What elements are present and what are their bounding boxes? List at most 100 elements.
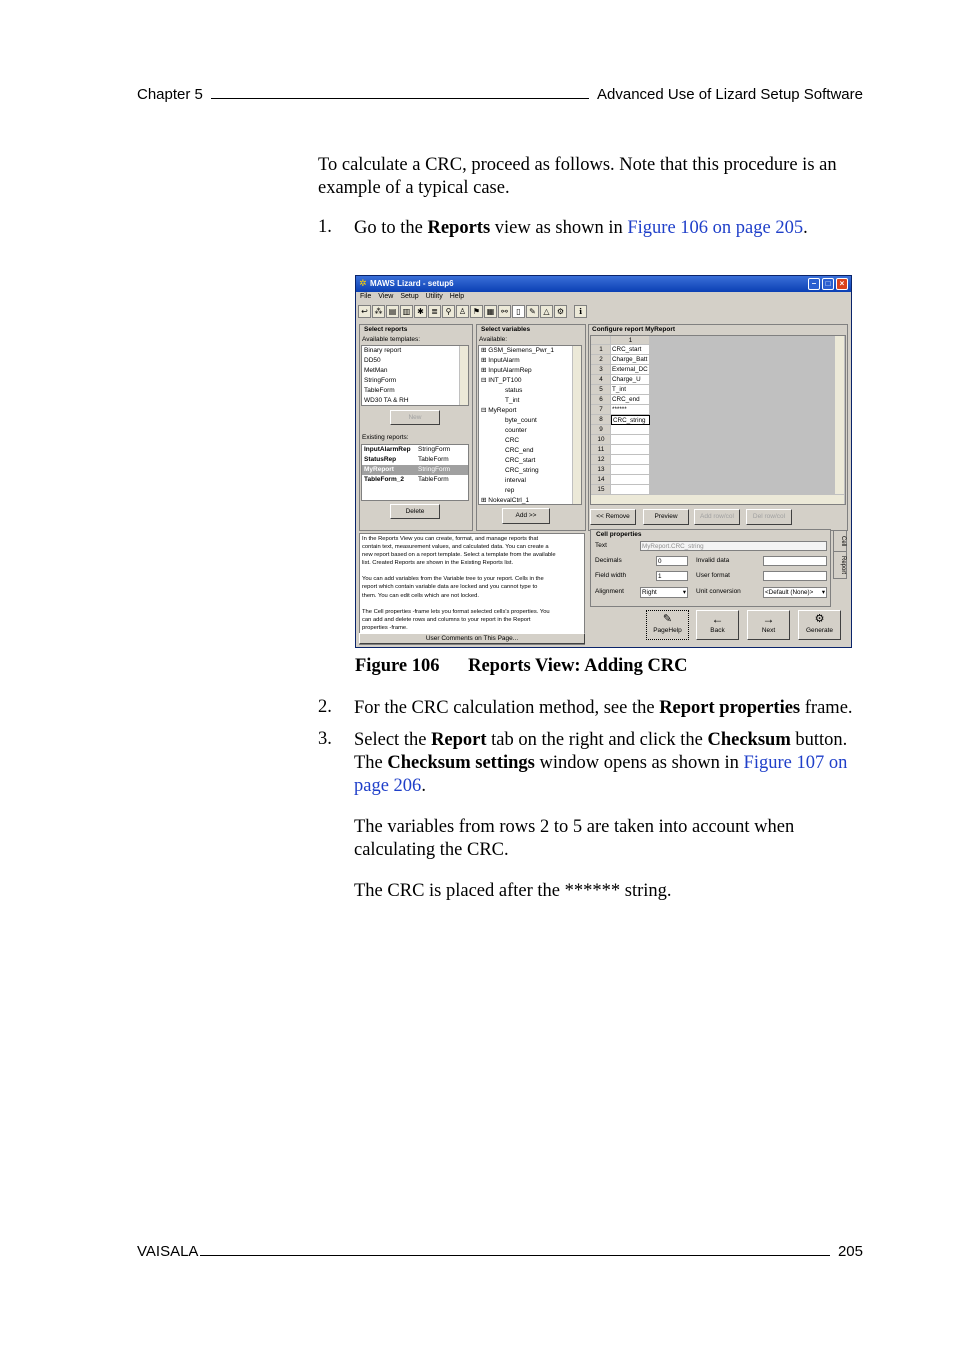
tree-leaf[interactable]: interval	[479, 476, 581, 486]
back-button[interactable]: ← Back	[696, 610, 739, 640]
menu-file[interactable]: File	[360, 293, 371, 303]
report-icon[interactable]: ▯	[512, 305, 525, 318]
flag-icon[interactable]: ⚑	[470, 305, 483, 318]
row-header[interactable]: 4	[591, 375, 611, 385]
run-icon[interactable]: ⚲	[442, 305, 455, 318]
templates-list[interactable]: Binary report DD50 MetMan StringForm Tab…	[361, 345, 469, 406]
device-icon[interactable]: ▤	[386, 305, 399, 318]
list-item[interactable]: StringForm	[362, 376, 468, 386]
row-header[interactable]: 2	[591, 355, 611, 365]
delete-button[interactable]: Delete	[390, 504, 440, 519]
invalid-data-field[interactable]	[763, 556, 827, 566]
tree-icon[interactable]: ⁂	[372, 305, 385, 318]
scrollbar[interactable]	[459, 346, 468, 405]
tree-leaf[interactable]: CRC	[479, 436, 581, 446]
menu-setup[interactable]: Setup	[400, 293, 418, 303]
tree-leaf[interactable]: T_int	[479, 396, 581, 406]
del-row-col-button[interactable]: Del row/col	[746, 509, 792, 525]
grid-cell[interactable]	[611, 435, 650, 445]
list-item[interactable]: InputAlarmRep StringForm	[362, 445, 468, 455]
tree-node[interactable]: ⊞ GSM_Siemens_Pwr_1	[479, 346, 581, 356]
grid-cell[interactable]	[611, 445, 650, 455]
text-field[interactable]: MyReport.CRC_string	[640, 541, 827, 551]
row-header[interactable]: 5	[591, 385, 611, 395]
grid-cell[interactable]: Charge_U	[611, 375, 650, 385]
network-icon[interactable]: ⚯	[498, 305, 511, 318]
gear-icon[interactable]: ⚙	[554, 305, 567, 318]
new-button[interactable]: New	[390, 410, 440, 425]
list-item[interactable]: TableForm_2 TableForm	[362, 475, 468, 485]
row-header[interactable]: 1	[591, 345, 611, 355]
tree-leaf[interactable]: CRC_start	[479, 456, 581, 466]
tree-node[interactable]: ⊞ NokevalCtrl_1	[479, 496, 581, 504]
tab-cell[interactable]: Cell	[833, 530, 847, 552]
device2-icon[interactable]: ▥	[400, 305, 413, 318]
list-icon[interactable]: ≣	[428, 305, 441, 318]
tree-leaf[interactable]: counter	[479, 426, 581, 436]
tree-node[interactable]: ⊟ MyReport	[479, 406, 581, 416]
menu-utility[interactable]: Utility	[426, 293, 443, 303]
grid-cell[interactable]: ******	[611, 405, 650, 415]
row-header[interactable]: 8	[591, 415, 611, 425]
tree-leaf[interactable]: CRC_end	[479, 446, 581, 456]
grid-icon[interactable]: ▦	[484, 305, 497, 318]
existing-reports-list[interactable]: InputAlarmRep StringForm StatusRep TableFo…	[361, 444, 469, 501]
row-header[interactable]: 9	[591, 425, 611, 435]
grid-cell-selected[interactable]: CRC_string	[611, 415, 650, 425]
list-item[interactable]: Binary report	[362, 346, 468, 356]
grid-cell[interactable]	[611, 475, 650, 485]
row-header[interactable]: 13	[591, 465, 611, 475]
column-header[interactable]: 1	[611, 336, 650, 345]
info-icon[interactable]: ℹ	[574, 305, 587, 318]
user-format-field[interactable]	[763, 571, 827, 581]
minimize-button[interactable]: –	[808, 278, 820, 290]
tree-node[interactable]: ⊞ InputAlarmRep	[479, 366, 581, 376]
list-item[interactable]: DD50	[362, 356, 468, 366]
row-header[interactable]: 6	[591, 395, 611, 405]
field-width-field[interactable]: 1	[656, 571, 688, 581]
scrollbar[interactable]	[835, 336, 844, 494]
list-item[interactable]: WD30 TA & RH	[362, 396, 468, 405]
menu-view[interactable]: View	[378, 293, 393, 303]
scrollbar[interactable]	[572, 346, 581, 504]
row-header[interactable]: 7	[591, 405, 611, 415]
row-header[interactable]: 3	[591, 365, 611, 375]
page-help-button[interactable]: ✎ PageHelp	[646, 610, 689, 640]
grid-cell[interactable]: CRC_start	[611, 345, 650, 355]
row-header[interactable]: 14	[591, 475, 611, 485]
grid-cell[interactable]	[611, 465, 650, 475]
figure-106-link[interactable]: Figure 106 on page 205	[627, 218, 803, 238]
user-comments-button[interactable]: User Comments on This Page...	[359, 633, 585, 644]
variables-tree[interactable]: ⊞ GSM_Siemens_Pwr_1 ⊞ InputAlarm ⊞ Input…	[478, 345, 582, 505]
list-item[interactable]: TableForm	[362, 386, 468, 396]
tree-leaf-selected[interactable]: CRC_string	[479, 466, 581, 476]
menu-help[interactable]: Help	[450, 293, 464, 303]
edit-icon[interactable]: ✎	[526, 305, 539, 318]
row-header[interactable]: 11	[591, 445, 611, 455]
list-item[interactable]: StatusRep TableForm	[362, 455, 468, 465]
row-header[interactable]: 15	[591, 485, 611, 495]
grid-cell[interactable]: Charge_Batt	[611, 355, 650, 365]
tree-leaf[interactable]: byte_count	[479, 416, 581, 426]
list-item-selected[interactable]: MyReport StringForm	[362, 465, 468, 475]
tree-leaf[interactable]: status	[479, 386, 581, 396]
next-button[interactable]: → Next	[747, 610, 790, 640]
remove-button[interactable]: << Remove	[590, 509, 636, 525]
person-icon[interactable]: ♙	[456, 305, 469, 318]
maximize-button[interactable]: □	[822, 278, 834, 290]
back-icon[interactable]: ↩	[358, 305, 371, 318]
preview-button[interactable]: Preview	[643, 509, 689, 525]
grid-cell[interactable]	[611, 425, 650, 435]
grid-cell[interactable]	[611, 485, 650, 495]
row-header[interactable]: 10	[591, 435, 611, 445]
grid-cell[interactable]: CRC_end	[611, 395, 650, 405]
row-header[interactable]: 12	[591, 455, 611, 465]
unit-conversion-select[interactable]: <Default (None)> ▾	[763, 587, 827, 598]
close-button[interactable]: ×	[836, 278, 848, 290]
add-button[interactable]: Add >>	[502, 508, 550, 524]
tree-node[interactable]: ⊟ INT_PT100	[479, 376, 581, 386]
tree-leaf[interactable]: rep	[479, 486, 581, 496]
decimals-field[interactable]: 0	[656, 556, 688, 566]
list-item[interactable]: MetMan	[362, 366, 468, 376]
sensor-icon[interactable]: ✱	[414, 305, 427, 318]
